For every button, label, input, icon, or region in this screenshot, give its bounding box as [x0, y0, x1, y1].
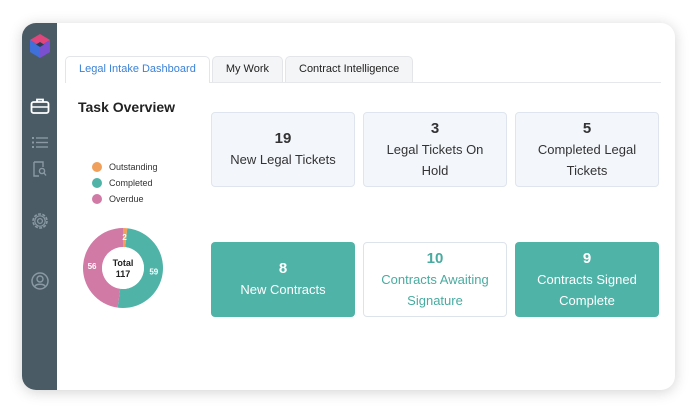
card-label: Completed Legal Tickets	[537, 141, 637, 178]
tab-contract-intelligence[interactable]: Contract Intelligence	[285, 56, 414, 82]
card-label: New Contracts	[240, 282, 326, 297]
card-number: 19	[274, 130, 292, 147]
app-window: Legal Intake Dashboard My Work Contract …	[22, 23, 675, 390]
legend-dot-completed	[92, 178, 102, 188]
card-label: New Legal Tickets	[230, 152, 336, 167]
card-new-contracts[interactable]: 8 New Contracts	[211, 242, 355, 317]
tab-my-work[interactable]: My Work	[211, 56, 283, 82]
legend-dot-overdue	[92, 194, 102, 204]
card-new-legal-tickets[interactable]: 19 New Legal Tickets	[211, 112, 355, 187]
card-contracts-signed-complete[interactable]: 9 Contracts Signed Complete	[515, 242, 659, 317]
legend-label-completed: Completed	[109, 178, 153, 188]
legend-dot-outstanding	[92, 162, 102, 172]
card-number: 9	[582, 249, 592, 267]
donut-center-label: Total	[113, 258, 134, 268]
user-profile-icon[interactable]	[22, 271, 57, 291]
settings-gear-icon[interactable]	[22, 211, 57, 231]
chart-legend: Outstanding Completed Overdue	[92, 159, 158, 207]
sidebar	[22, 23, 57, 390]
card-completed-legal-tickets[interactable]: 5 Completed Legal Tickets	[515, 112, 659, 187]
task-donut-chart: Total 117 2 59 56	[82, 228, 163, 308]
card-legal-tickets-on-hold[interactable]: 3 Legal Tickets On Hold	[363, 112, 507, 187]
legend-label-outstanding: Outstanding	[109, 162, 158, 172]
donut-label-overdue: 56	[88, 262, 97, 271]
card-label: Contracts Awaiting Signature	[381, 271, 489, 308]
legend-label-overdue: Overdue	[109, 194, 144, 204]
document-search-icon[interactable]	[22, 161, 57, 177]
card-contracts-awaiting-signature[interactable]: 10 Contracts Awaiting Signature	[363, 242, 507, 317]
list-icon[interactable]	[22, 136, 57, 149]
legend-item-outstanding: Outstanding	[92, 159, 158, 175]
card-number: 5	[582, 119, 592, 137]
donut-label-completed: 59	[149, 268, 158, 277]
app-logo-icon[interactable]	[22, 33, 57, 59]
legend-item-overdue: Overdue	[92, 191, 158, 207]
tab-legal-intake-dashboard[interactable]: Legal Intake Dashboard	[65, 56, 210, 83]
card-label: Contracts Signed Complete	[537, 271, 637, 308]
card-number: 3	[430, 119, 440, 137]
donut-center-value: 117	[116, 269, 131, 279]
dashboard-tabs: Legal Intake Dashboard My Work Contract …	[65, 56, 415, 83]
briefcase-icon[interactable]	[22, 97, 57, 115]
donut-hole	[102, 247, 144, 289]
card-number: 8	[278, 260, 288, 277]
card-label: Legal Tickets On Hold	[386, 141, 484, 178]
task-overview-title: Task Overview	[77, 99, 176, 115]
donut-label-outstanding: 2	[122, 233, 127, 242]
legend-item-completed: Completed	[92, 175, 158, 191]
card-number: 10	[426, 249, 444, 267]
